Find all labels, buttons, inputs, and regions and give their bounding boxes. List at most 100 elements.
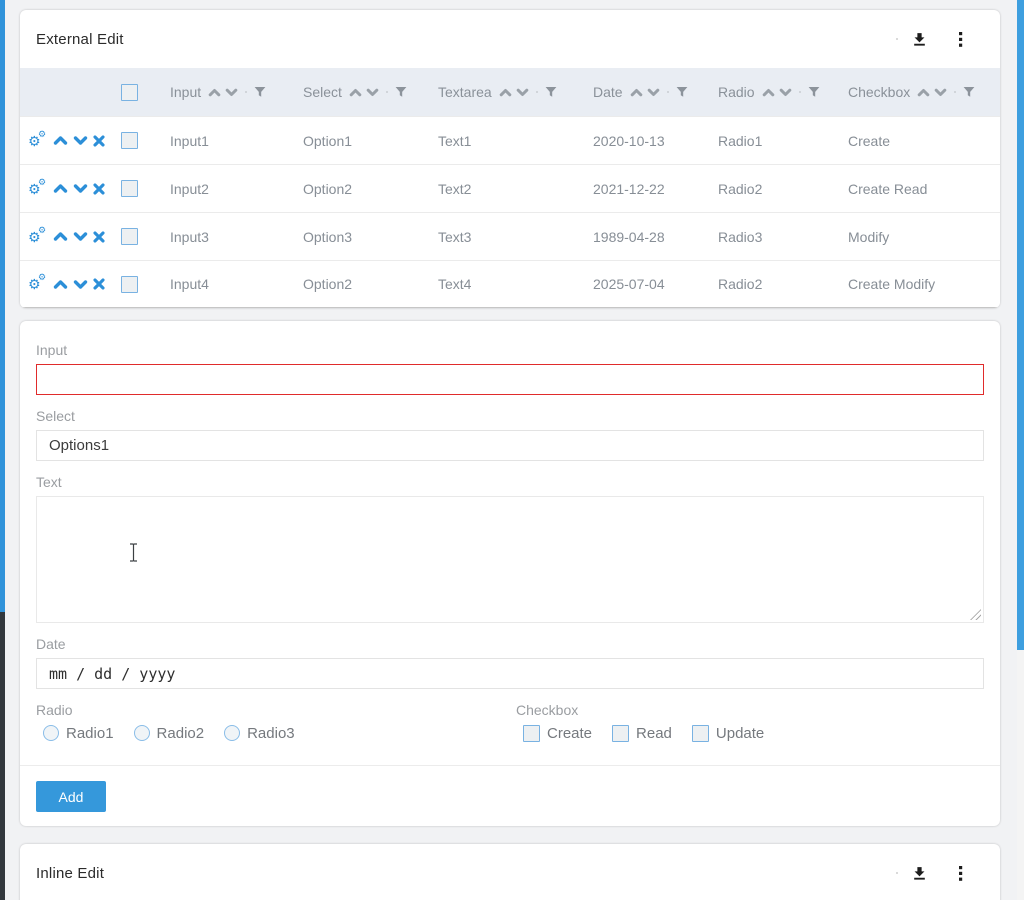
sort-desc-icon[interactable]: [366, 88, 379, 97]
filter-funnel-icon[interactable]: [395, 86, 407, 98]
settings-gears-icon[interactable]: ⚙⚙: [28, 132, 48, 150]
delete-x-icon[interactable]: [93, 278, 105, 290]
filter-funnel-icon[interactable]: [545, 86, 557, 98]
filter-funnel-icon[interactable]: [254, 86, 266, 98]
sort-desc-icon[interactable]: [225, 88, 238, 97]
sort-asc-icon[interactable]: [208, 88, 221, 97]
header-separator-dot: [799, 91, 801, 93]
move-up-icon[interactable]: [53, 279, 68, 290]
settings-gears-icon[interactable]: ⚙⚙: [28, 275, 48, 293]
input-field[interactable]: [36, 364, 984, 395]
header-separator-dot: [536, 91, 538, 93]
sort-desc-icon[interactable]: [779, 88, 792, 97]
cell-input: Input1: [162, 133, 295, 149]
cell-select: Option1: [295, 133, 430, 149]
radio-group: Radio Radio1 Radio2 Radio3: [36, 689, 510, 765]
column-header-radio: Radio: [710, 84, 840, 100]
row-actions: ⚙⚙: [20, 275, 116, 293]
sort-desc-icon[interactable]: [647, 88, 660, 97]
header-separator-dot: [954, 91, 956, 93]
filter-funnel-icon[interactable]: [676, 86, 688, 98]
move-down-icon[interactable]: [73, 231, 88, 242]
checkbox-option-label: Create: [547, 725, 592, 742]
sort-desc-icon[interactable]: [516, 88, 529, 97]
move-down-icon[interactable]: [73, 135, 88, 146]
row-actions: ⚙⚙: [20, 132, 116, 150]
text-field[interactable]: [36, 496, 984, 623]
checkbox-input[interactable]: [692, 725, 709, 742]
sort-asc-icon[interactable]: [917, 88, 930, 97]
panel-toolbar: [896, 31, 969, 48]
cell-select: Option3: [295, 229, 430, 245]
panel-title: Inline Edit: [36, 865, 104, 882]
cell-checkbox: Create Modify: [840, 276, 1000, 292]
sort-asc-icon[interactable]: [630, 88, 643, 97]
cell-input: Input2: [162, 181, 295, 197]
filter-funnel-icon[interactable]: [808, 86, 820, 98]
kebab-menu-icon[interactable]: [952, 865, 969, 882]
download-icon[interactable]: [911, 865, 928, 882]
kebab-menu-icon[interactable]: [952, 31, 969, 48]
checkbox-input[interactable]: [612, 725, 629, 742]
select-all-checkbox[interactable]: [121, 84, 138, 101]
cell-date: 2021-12-22: [585, 181, 710, 197]
left-scrollbar-thumb[interactable]: [0, 0, 5, 612]
cell-radio: Radio2: [710, 181, 840, 197]
select-label: Select: [36, 409, 984, 424]
sort-desc-icon[interactable]: [934, 88, 947, 97]
cell-checkbox: Modify: [840, 229, 1000, 245]
move-up-icon[interactable]: [53, 135, 68, 146]
date-field[interactable]: mm / dd / yyyy: [36, 658, 984, 689]
panel-header: Inline Edit: [20, 844, 1000, 900]
column-header-checkbox: Checkbox: [840, 84, 1000, 100]
column-header-select: Select: [295, 84, 430, 100]
move-down-icon[interactable]: [73, 279, 88, 290]
date-label: Date: [36, 637, 984, 652]
right-scrollbar-thumb[interactable]: [1017, 0, 1024, 650]
radio-group-label: Radio: [36, 703, 510, 718]
row-select-cell: [116, 228, 162, 245]
radio-button[interactable]: [134, 725, 150, 741]
delete-x-icon[interactable]: [93, 135, 105, 147]
row-select-cell: [116, 180, 162, 197]
move-up-icon[interactable]: [53, 183, 68, 194]
cell-checkbox: Create: [840, 133, 1000, 149]
sort-asc-icon[interactable]: [762, 88, 775, 97]
column-header-date: Date: [585, 84, 710, 100]
cell-textarea: Text2: [430, 181, 585, 197]
panel-toolbar: [896, 865, 969, 882]
column-header-input: Input: [162, 84, 295, 100]
row-checkbox[interactable]: [121, 228, 138, 245]
toolbar-separator-dot: [896, 38, 898, 40]
row-checkbox[interactable]: [121, 132, 138, 149]
checkbox-input[interactable]: [523, 725, 540, 742]
settings-gears-icon[interactable]: ⚙⚙: [28, 228, 48, 246]
delete-x-icon[interactable]: [93, 231, 105, 243]
left-scrollbar-track[interactable]: [0, 0, 5, 900]
header-separator-dot: [245, 91, 247, 93]
checkbox-option: Create: [516, 725, 592, 742]
cell-textarea: Text4: [430, 276, 585, 292]
move-down-icon[interactable]: [73, 183, 88, 194]
row-actions: ⚙⚙: [20, 180, 116, 198]
cell-input: Input4: [162, 276, 295, 292]
radio-option-label: Radio2: [157, 725, 205, 742]
move-up-icon[interactable]: [53, 231, 68, 242]
select-field[interactable]: Options1: [36, 430, 984, 461]
delete-x-icon[interactable]: [93, 183, 105, 195]
add-button[interactable]: Add: [36, 781, 106, 812]
resize-handle[interactable]: [970, 609, 981, 620]
sort-asc-icon[interactable]: [349, 88, 362, 97]
radio-button[interactable]: [43, 725, 59, 741]
right-scrollbar-track[interactable]: [1017, 0, 1024, 900]
settings-gears-icon[interactable]: ⚙⚙: [28, 180, 48, 198]
toolbar-separator-dot: [896, 872, 898, 874]
row-checkbox[interactable]: [121, 180, 138, 197]
download-icon[interactable]: [911, 31, 928, 48]
cell-checkbox: Create Read: [840, 181, 1000, 197]
sort-asc-icon[interactable]: [499, 88, 512, 97]
filter-funnel-icon[interactable]: [963, 86, 975, 98]
cell-textarea: Text1: [430, 133, 585, 149]
row-checkbox[interactable]: [121, 276, 138, 293]
radio-button[interactable]: [224, 725, 240, 741]
